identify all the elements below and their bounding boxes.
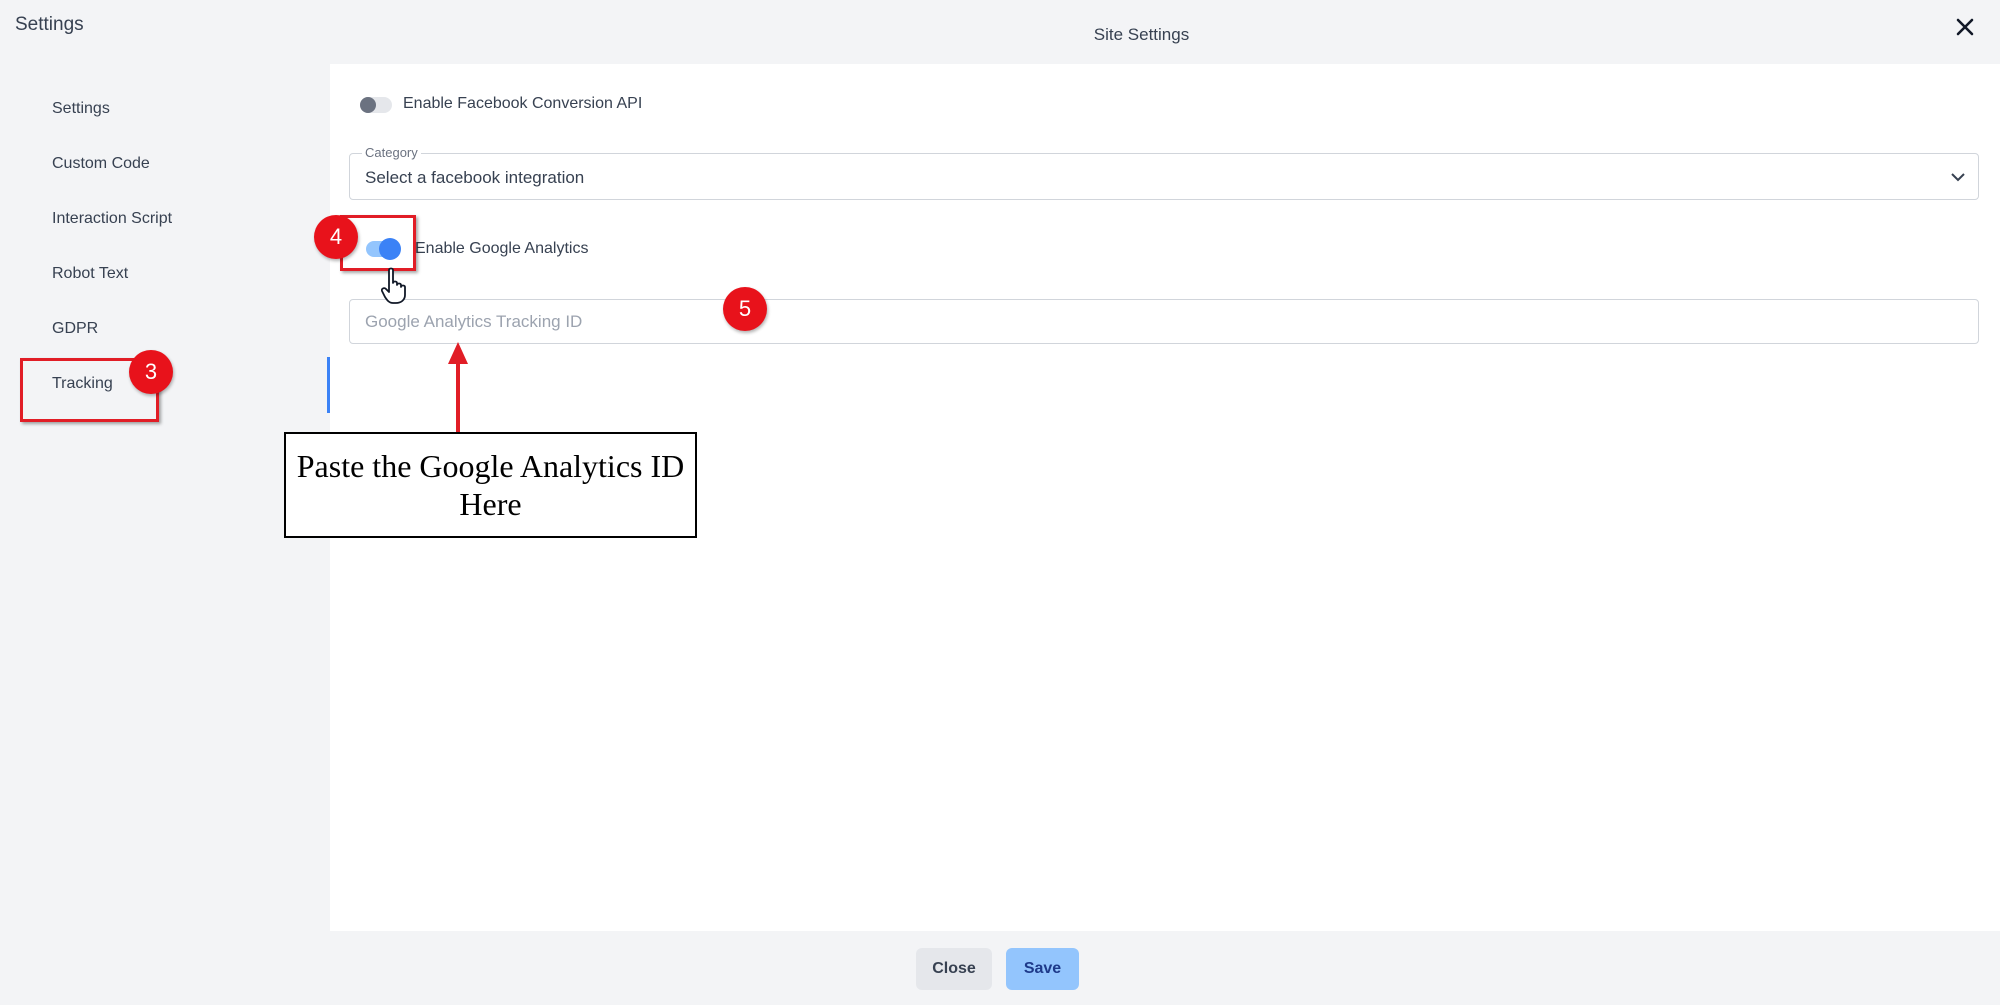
dialog-title: Site Settings: [1093, 25, 1190, 44]
save-button[interactable]: Save: [1006, 948, 1079, 990]
sidebar-item-custom-code[interactable]: Custom Code: [52, 155, 150, 173]
sidebar-item-settings[interactable]: Settings: [52, 100, 110, 118]
google-analytics-tracking-id-input[interactable]: [349, 299, 1979, 344]
annotation-badge-3: 3: [129, 350, 173, 394]
annotation-badge-4: 4: [314, 215, 358, 259]
category-select[interactable]: Category Select a facebook integration: [349, 145, 1979, 200]
close-dialog-button[interactable]: [1950, 12, 1980, 42]
annotation-badge-5: 5: [723, 287, 767, 331]
sidebar-item-interaction-script[interactable]: Interaction Script: [52, 210, 172, 228]
facebook-conversion-toggle[interactable]: [360, 97, 392, 113]
category-value: Select a facebook integration: [365, 168, 585, 187]
category-legend: Category: [362, 145, 421, 160]
chevron-down-icon: [1951, 173, 1965, 182]
facebook-conversion-label: Enable Facebook Conversion API: [403, 95, 643, 112]
hand-pointer-cursor-icon: [381, 267, 406, 304]
sidebar-item-gdpr[interactable]: GDPR: [52, 320, 98, 338]
annotation-callout: Paste the Google Analytics ID Here: [284, 432, 697, 538]
close-icon: [1956, 18, 1974, 36]
toggle-knob: [360, 97, 376, 113]
google-analytics-label: Enable Google Analytics: [415, 240, 589, 257]
sidebar: Settings Custom Code Interaction Script …: [0, 64, 330, 934]
close-button[interactable]: Close: [916, 948, 992, 990]
annotation-arrow-icon: [448, 342, 468, 434]
sidebar-item-robot-text[interactable]: Robot Text: [52, 265, 128, 283]
